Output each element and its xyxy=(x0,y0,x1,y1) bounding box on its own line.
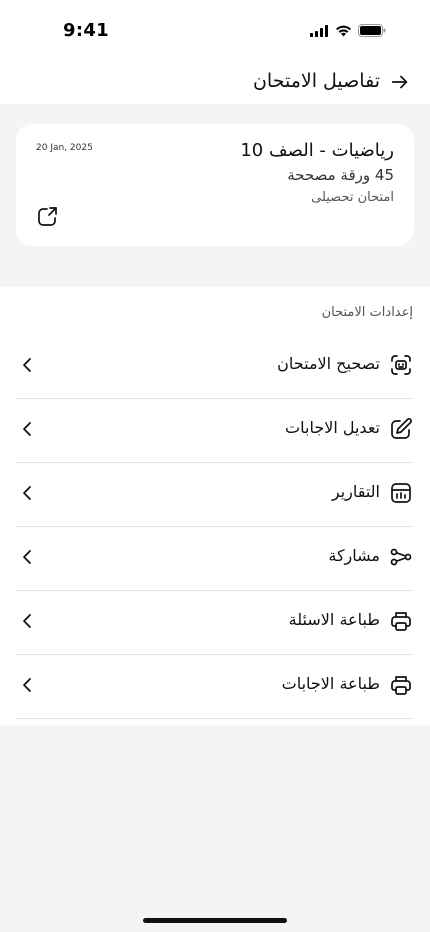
share-icon xyxy=(36,204,60,228)
settings-item-share[interactable]: مشاركة xyxy=(15,527,413,591)
chevron-left-icon xyxy=(17,483,37,503)
chevron-left-icon xyxy=(17,355,37,375)
printer-icon xyxy=(389,609,413,633)
exam-papers-count: 45 ورقة مصححة xyxy=(287,166,394,184)
settings-item-print-answers[interactable]: طباعة الاجابات xyxy=(15,655,413,719)
chevron-left-icon xyxy=(17,419,37,439)
share-exam-button[interactable] xyxy=(36,204,60,228)
arrow-right-icon xyxy=(389,71,411,93)
exam-name: رياضيات - الصف 10 xyxy=(240,140,394,161)
top-area: 9:41 تفاصيل الامتحان xyxy=(0,0,430,104)
back-button[interactable] xyxy=(386,68,414,96)
settings-panel: إعدادات الامتحان تصحيح الامتحان تعديل ال… xyxy=(0,287,430,725)
signal-icon xyxy=(310,24,329,37)
settings-item-label: تصحيح الامتحان xyxy=(277,354,380,373)
wifi-icon xyxy=(335,25,352,37)
chevron-left-icon xyxy=(17,611,37,631)
settings-item-label: تعديل الاجابات xyxy=(285,418,380,437)
status-bar: 9:41 xyxy=(0,0,430,64)
settings-item-label: طباعة الاجابات xyxy=(281,674,380,693)
reports-icon xyxy=(389,481,413,505)
edit-icon xyxy=(389,417,413,441)
battery-icon xyxy=(358,24,386,37)
settings-item-label: التقارير xyxy=(331,482,380,501)
chevron-left-icon xyxy=(17,675,37,695)
chevron-left-icon xyxy=(17,547,37,567)
status-time: 9:41 xyxy=(63,20,109,41)
exam-type: امتحان تحصيلى xyxy=(311,190,394,205)
settings-item-edit-answers[interactable]: تعديل الاجابات xyxy=(15,399,413,463)
scan-icon xyxy=(389,353,413,377)
page-title: تفاصيل الامتحان xyxy=(252,70,380,92)
status-icons xyxy=(310,24,386,37)
settings-item-label: طباعة الاسئلة xyxy=(288,610,380,629)
home-indicator[interactable] xyxy=(143,918,287,923)
printer-icon xyxy=(389,673,413,697)
section-label: إعدادات الامتحان xyxy=(321,305,413,320)
settings-item-print-questions[interactable]: طباعة الاسئلة xyxy=(15,591,413,655)
settings-item-grade-exam[interactable]: تصحيح الامتحان xyxy=(15,335,413,399)
header: تفاصيل الامتحان xyxy=(0,66,430,98)
exam-card: رياضيات - الصف 10 45 ورقة مصححة امتحان ت… xyxy=(16,124,414,246)
share-nodes-icon xyxy=(389,545,413,569)
exam-date: 20 Jan, 2025 xyxy=(36,143,93,153)
settings-item-label: مشاركة xyxy=(328,546,380,565)
settings-item-reports[interactable]: التقارير xyxy=(15,463,413,527)
